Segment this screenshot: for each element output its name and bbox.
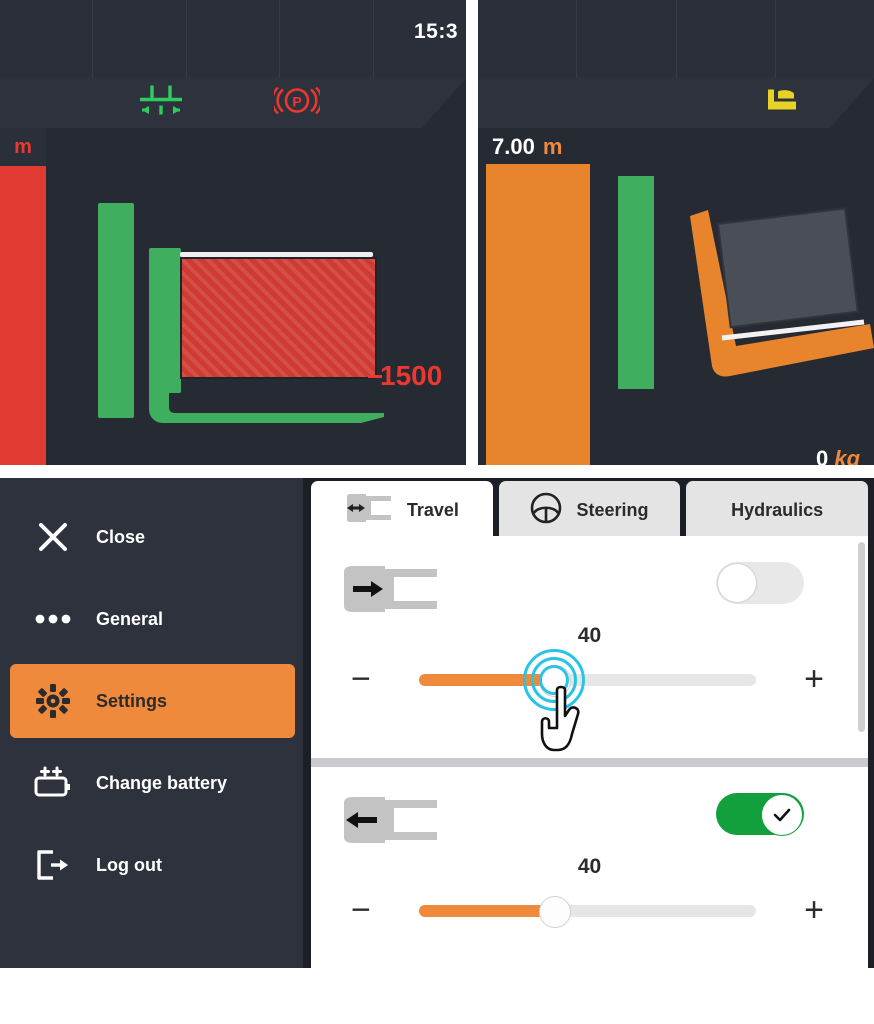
weight-unit: kg [834, 446, 861, 465]
increment-button[interactable]: + [804, 662, 824, 696]
increment-button[interactable]: + [804, 893, 824, 927]
status-cell [677, 0, 776, 78]
sidebar-item-settings[interactable]: Settings [10, 664, 295, 738]
settings-screen: Close General Settings Change battery Lo… [0, 478, 874, 968]
mast-bar-green [618, 176, 654, 389]
toggle-knob [761, 794, 803, 836]
screenshot-root: 15:3 P m 1500 7.00 m 0 kg Close General … [0, 0, 874, 1024]
sidebar-item-general[interactable]: General [10, 582, 295, 656]
slider-fill [419, 905, 554, 917]
status-cell [93, 0, 187, 78]
reverse-speed-slider-row: − + [311, 885, 868, 935]
decrement-button[interactable]: − [351, 662, 371, 696]
sidebar-item-log-out[interactable]: Log out [10, 828, 295, 902]
warning-icon-bar-left: P [0, 78, 466, 128]
gear-icon [10, 683, 96, 719]
height-value: 7.00 [492, 134, 535, 159]
ellipsis-icon [10, 613, 96, 625]
fork-reverse-icon [341, 795, 441, 850]
truck-hmi-right-panel: 7.00 m 0 kg [478, 0, 874, 465]
status-cell [577, 0, 677, 78]
tab-label: Travel [406, 499, 459, 520]
clock: 15:3 [414, 20, 459, 43]
fork-bidirectional-icon [345, 493, 393, 528]
settings-sidebar: Close General Settings Change battery Lo… [0, 478, 303, 968]
load-value: 1500 [380, 360, 443, 391]
toggle-knob [718, 564, 756, 602]
sidebar-item-label: Log out [96, 854, 162, 875]
settings-tabbar: Travel Steering Hydraulics [311, 481, 869, 539]
tab-steering[interactable]: Steering [498, 481, 681, 539]
tab-label: Hydraulics [731, 499, 824, 520]
setting-row-forward: 40 − + [311, 536, 868, 758]
status-bar-left: 15:3 [0, 0, 466, 78]
sidebar-item-label: General [96, 608, 164, 629]
status-cell [187, 0, 281, 78]
slider-thumb[interactable] [538, 896, 571, 928]
reverse-speed-slider[interactable] [419, 896, 756, 928]
svg-text:P: P [292, 94, 301, 110]
steering-wheel-icon [530, 492, 562, 529]
sidebar-item-label: Change battery [96, 772, 228, 793]
settings-content: Travel Steering Hydraulics 40 − + 40 − + [303, 478, 874, 968]
status-cell [478, 0, 578, 78]
tilted-fork-load [690, 207, 874, 377]
load-block [180, 257, 377, 379]
setting-row-reverse: 40 − + [311, 767, 868, 968]
forward-speed-slider-row: − + [311, 649, 868, 752]
warning-icon-bar-right [478, 78, 874, 128]
truck-hmi-left-panel: 15:3 P m 1500 [0, 0, 466, 465]
left-load-graphic: m 1500 [0, 128, 466, 465]
fork-load-icon [766, 88, 800, 119]
reverse-speed-value: 40 [577, 855, 602, 878]
tab-label: Steering [576, 499, 649, 520]
fork-centering-icon [136, 84, 186, 123]
status-cell [0, 0, 94, 78]
fork-forward-icon [341, 564, 441, 619]
check-icon [773, 808, 791, 822]
sidebar-item-close[interactable]: Close [10, 500, 295, 574]
hand-cursor-icon [538, 684, 592, 759]
mast-inner [149, 248, 181, 393]
forward-enable-toggle[interactable] [716, 562, 804, 604]
status-cell [776, 0, 874, 78]
reverse-enable-toggle[interactable] [716, 793, 804, 836]
height-unit: m [542, 134, 563, 159]
travel-tab-page: 40 − + 40 − + [311, 536, 868, 968]
close-icon [10, 520, 96, 554]
sidebar-item-label: Settings [96, 690, 168, 711]
parking-brake-icon: P [271, 84, 323, 123]
tab-travel[interactable]: Travel [311, 481, 493, 539]
weight-value: 0 [816, 446, 829, 465]
forward-speed-slider[interactable] [419, 649, 756, 752]
weight-readout: 0 kg [816, 446, 860, 465]
status-cell [280, 0, 374, 78]
sidebar-item-label: Close [96, 526, 146, 547]
row-divider [311, 758, 868, 767]
logout-icon [10, 849, 96, 881]
fork-carriage [149, 373, 384, 423]
right-load-graphic: 7.00 m 0 kg [478, 128, 874, 465]
unit-label-m: m [0, 128, 46, 166]
sidebar-item-change-battery[interactable]: Change battery [10, 746, 295, 820]
forward-speed-value: 40 [577, 624, 602, 647]
height-bar-red [0, 166, 46, 465]
tab-hydraulics[interactable]: Hydraulics [686, 481, 869, 539]
mast-outer [98, 203, 134, 418]
battery-icon [10, 766, 96, 800]
status-bar-right [478, 0, 874, 78]
mast-bar-orange [486, 164, 590, 465]
status-cell: 15:3 [374, 0, 466, 78]
camera-views-row: 15:3 P m 1500 7.00 m 0 kg [0, 0, 874, 465]
decrement-button[interactable]: − [351, 893, 371, 927]
content-scrollbar[interactable] [858, 542, 865, 732]
height-readout: 7.00 m [492, 134, 562, 160]
